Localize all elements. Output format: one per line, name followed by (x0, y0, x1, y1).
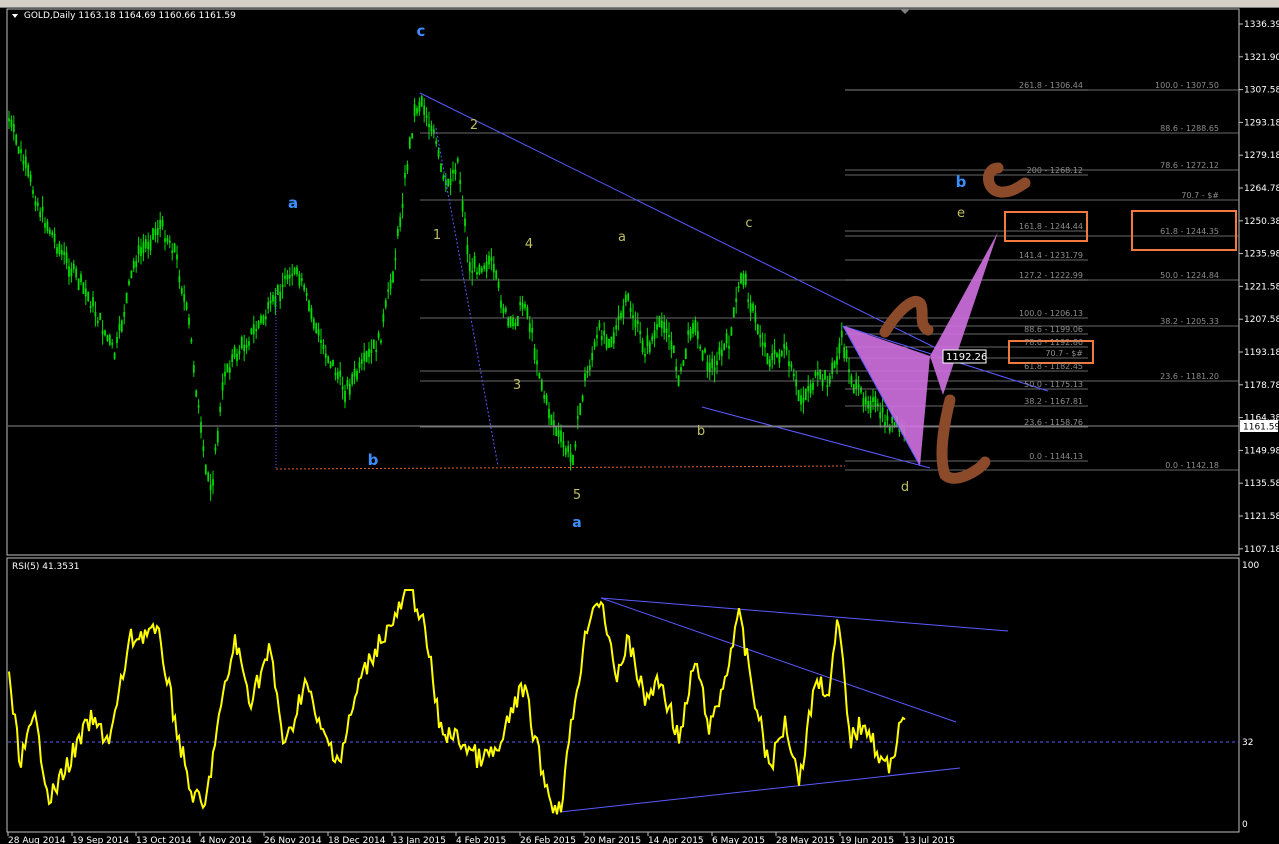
time-tick-label: 14 Apr 2015 (648, 836, 704, 844)
wave-label: a (572, 515, 581, 531)
fib-label-left: 200 - 1268.12 (1027, 166, 1083, 175)
time-tick-label: 4 Nov 2014 (200, 836, 252, 844)
fib-label-left: 78.6 - 1192.86 (1024, 338, 1083, 347)
time-tick-label: 4 Feb 2015 (456, 836, 506, 844)
rsi-axis-0: 0 (1242, 820, 1248, 830)
time-tick-label: 28 Aug 2014 (8, 836, 66, 844)
fib-label-left: 50.0 - 1175.13 (1024, 380, 1083, 389)
wave-labels: caba12345abcdbe (288, 22, 967, 531)
fib-label-left: 0.0 - 1144.13 (1029, 452, 1083, 461)
wave-label: b (368, 451, 379, 469)
chart-title-arrow-icon (12, 13, 18, 18)
fib-label-left: 88.6 - 1199.06 (1024, 325, 1083, 334)
price-tick-label: 1121.58 (1244, 512, 1279, 522)
rsi-title: RSI(5) 41.3531 (12, 562, 80, 572)
fib-label-left: 38.2 - 1167.81 (1024, 397, 1083, 406)
fib-label-right: 70.7 - $# (1181, 191, 1219, 200)
time-tick-label: 13 Jul 2015 (904, 836, 955, 844)
fib-label-left: 70.7 - $# (1045, 349, 1083, 358)
time-tick-label: 26 Feb 2015 (520, 836, 576, 844)
price-tick-label: 1250.38 (1244, 217, 1279, 227)
time-tick-label: 19 Sep 2014 (72, 836, 129, 844)
time-axis: 28 Aug 2014 19 Sep 2014 13 Oct 2014 4 Nov 2… (7, 832, 955, 844)
current-price-label: 1161.59 (1243, 423, 1279, 433)
time-tick-label: 20 Mar 2015 (584, 836, 641, 844)
wave-label: d (901, 480, 909, 495)
trend-lines (8, 92, 1239, 470)
fibonacci-lines (420, 89, 1239, 471)
chart-title: GOLD,Daily 1163.18 1164.69 1160.66 1161.… (12, 11, 236, 21)
price-tick-label: 1235.98 (1244, 250, 1279, 260)
wave-label: a (288, 194, 298, 212)
wave-label: b (697, 424, 705, 439)
price-tick-label: 1307.58 (1244, 86, 1279, 96)
wave-label: e (957, 206, 965, 221)
price-candles (8, 94, 906, 501)
fib-label-left: 141.4 - 1231.79 (1019, 251, 1083, 260)
wave-label: b (956, 173, 967, 191)
rsi-chart (8, 589, 1239, 815)
price-tick-label: 1321.90 (1244, 53, 1279, 63)
price-tick-label: 1293.18 (1244, 118, 1279, 128)
fib-label-left: 127.2 - 1222.99 (1019, 271, 1083, 280)
symbol-label: GOLD,Daily (23, 11, 76, 21)
wave-label: 3 (513, 378, 521, 393)
wave-label: c (745, 216, 752, 231)
wave-label: a (618, 230, 626, 245)
price-tick-label: 1207.58 (1244, 315, 1279, 325)
fib-label-right: 38.2 - 1205.33 (1160, 317, 1219, 326)
fib-label-right: 88.6 - 1288.65 (1160, 124, 1219, 133)
main-panel-frame (6, 8, 1240, 556)
wave-label: 1 (433, 228, 441, 243)
fibonacci-labels: 261.8 - 1306.44 200 - 1268.12 161.8 - 1244… (1019, 81, 1219, 470)
price-tick-label: 1221.58 (1244, 282, 1279, 292)
wave-label: 4 (525, 237, 533, 252)
fib-label-right: 0.0 - 1142.18 (1165, 461, 1219, 470)
chart-canvas[interactable]: 1336.39 1321.90 1307.58 1293.18 1279.18 1264.… (0, 0, 1279, 844)
wave-label: 2 (470, 118, 478, 133)
price-tick-label: 1135.58 (1244, 479, 1279, 489)
fib-label-right: 61.8 - 1244.35 (1160, 227, 1219, 236)
rsi-axis-32: 32 (1242, 738, 1253, 748)
wave-label: 5 (573, 488, 581, 503)
ohlc-values: 1163.18 1164.69 1160.66 1161.59 (78, 11, 236, 21)
fib-label-right: 78.6 - 1272.12 (1160, 161, 1219, 170)
time-tick-label: 19 Jun 2015 (840, 836, 894, 844)
fib-label-left: 100.0 - 1206.13 (1019, 309, 1083, 318)
rsi-axis-100: 100 (1242, 561, 1259, 571)
shift-marker-icon[interactable] (900, 9, 910, 14)
fib-label-right: 100.0 - 1307.50 (1155, 81, 1219, 90)
fib-label-right: 50.0 - 1224.84 (1160, 271, 1219, 280)
time-tick-label: 13 Oct 2014 (136, 836, 192, 844)
price-tick-label: 1107.18 (1244, 545, 1279, 555)
price-axis: 1336.39 1321.90 1307.58 1293.18 1279.18 1264.… (1239, 20, 1279, 555)
fib-label-left: 61.8 - 1182.45 (1024, 362, 1083, 371)
price-tick-label: 1279.18 (1244, 151, 1279, 161)
time-tick-label: 6 May 2015 (712, 836, 765, 844)
price-tick-label: 1336.39 (1244, 20, 1279, 30)
harmonic-pattern[interactable] (842, 232, 998, 467)
time-tick-label: 26 Nov 2014 (264, 836, 322, 844)
fib-label-left: 161.8 - 1244.44 (1019, 222, 1083, 231)
chart-window[interactable]: 1336.39 1321.90 1307.58 1293.18 1279.18 1264.… (0, 0, 1279, 844)
time-tick-label: 18 Dec 2014 (328, 836, 386, 844)
time-tick-label: 28 May 2015 (776, 836, 835, 844)
wave-label: c (417, 22, 426, 40)
price-tick-label: 1193.18 (1244, 348, 1279, 358)
price-tick-label: 1264.78 (1244, 184, 1279, 194)
fib-label-left: 261.8 - 1306.44 (1019, 81, 1083, 90)
fib-label-left: 23.6 - 1158.76 (1024, 418, 1083, 427)
price-tick-label: 1178.78 (1244, 381, 1279, 391)
fib-label-right: 23.6 - 1181.20 (1160, 372, 1219, 381)
price-box-value: 1192.26 (946, 352, 987, 363)
price-tick-label: 1149.98 (1244, 446, 1279, 456)
time-tick-label: 13 Jan 2015 (392, 836, 446, 844)
